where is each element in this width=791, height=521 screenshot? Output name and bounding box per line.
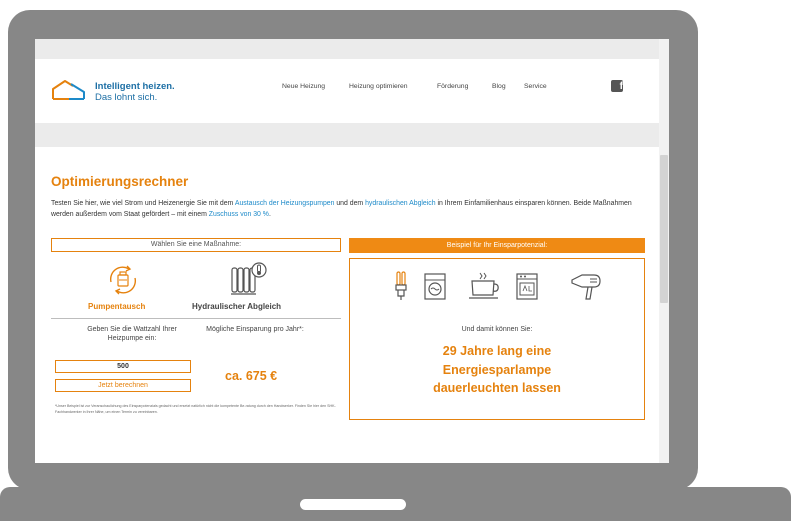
- intro-text: Testen Sie hier, wie viel Strom und Heiz…: [51, 199, 651, 220]
- washing-machine-icon: [424, 273, 446, 300]
- option-pumpentausch[interactable]: Pumpentausch: [88, 302, 145, 311]
- result-line: Energiesparlampe: [442, 362, 552, 377]
- nav-service[interactable]: Service: [524, 83, 547, 90]
- wattage-input[interactable]: 500: [55, 360, 191, 373]
- facebook-icon[interactable]: f: [611, 80, 623, 92]
- intro-text-part: .: [268, 210, 271, 218]
- example-savings-header: Beispiel für Ihr Einsparpotenzial:: [349, 238, 645, 253]
- saving-question: Mögliche Einsparung pro Jahr*:: [206, 326, 304, 333]
- coffee-cup-icon: [469, 272, 499, 299]
- footnote: *Unser Beispiel ist zur Veranschaulichun…: [55, 404, 336, 414]
- calculate-button[interactable]: Jetzt berechnen: [55, 379, 191, 392]
- oven-icon: [516, 273, 538, 300]
- option-hydraulischer-abgleich[interactable]: Hydraulischer Abgleich: [192, 302, 281, 311]
- house-logo-icon[interactable]: [51, 78, 87, 102]
- laptop-screen: Intelligent heizen. Das lohnt sich. Neue…: [35, 39, 669, 463]
- intro-text-part: Testen Sie hier, wie viel Strom und Heiz…: [51, 200, 235, 207]
- laptop-trackpad-notch: [300, 499, 406, 510]
- choose-measure-label: Wählen Sie eine Maßnahme:: [51, 238, 341, 252]
- result-text: 29 Jahre lang eine Energiesparlampe daue…: [350, 342, 644, 398]
- scrollbar-thumb[interactable]: [660, 155, 668, 303]
- result-line: dauerleuchten lassen: [433, 381, 561, 395]
- intro-text-part: und dem: [334, 200, 366, 207]
- hair-dryer-icon: [571, 274, 601, 300]
- link-hydraulischer-abgleich[interactable]: hydraulischen Abgleich: [365, 200, 435, 207]
- savings-example-box: Und damit können Sie: 29 Jahre lang eine…: [349, 258, 645, 420]
- nav-neue-heizung[interactable]: Neue Heizung: [282, 83, 325, 90]
- nav-foerderung[interactable]: Förderung: [437, 83, 468, 90]
- result-intro: Und damit können Sie:: [461, 326, 533, 333]
- energy-saving-lamp-icon: [395, 271, 407, 300]
- radiator-icon[interactable]: [230, 260, 270, 296]
- page-title: Optimierungsrechner: [51, 174, 189, 189]
- nav-blog[interactable]: Blog: [492, 83, 506, 90]
- calculator-section: Optimierungsrechner Testen Sie hier, wie…: [35, 147, 659, 463]
- result-line: 29 Jahre lang eine: [442, 344, 552, 358]
- wattage-question: Geben Sie die Wattzahl Ihrer Heizpumpe e…: [87, 326, 177, 342]
- link-pumpentausch[interactable]: Austausch der Heizungspumpen: [235, 200, 335, 207]
- brand-tagline: Das lohnt sich.: [95, 92, 158, 103]
- nav-heizung-optimieren[interactable]: Heizung optimieren: [349, 83, 408, 90]
- pump-icon[interactable]: [105, 262, 141, 298]
- site-header: Intelligent heizen. Das lohnt sich. Neue…: [35, 59, 659, 123]
- link-zuschuss[interactable]: Zuschuss von 30 %: [209, 211, 269, 218]
- divider: [51, 318, 341, 319]
- saving-value: ca. 675 €: [225, 369, 278, 383]
- brand-name[interactable]: Intelligent heizen.: [95, 81, 175, 92]
